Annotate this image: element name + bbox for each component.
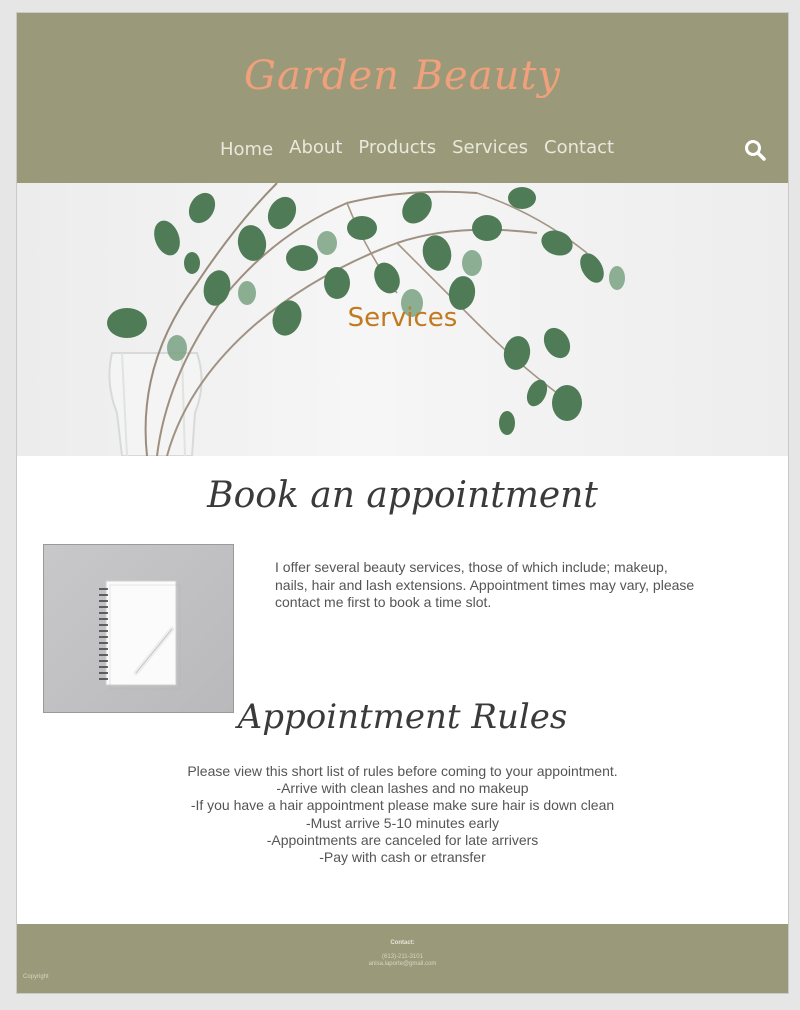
notebook-illustration	[99, 580, 181, 690]
rule-item: -Pay with cash or etransfer	[319, 849, 486, 866]
book-appointment-heading: Book an appointment	[207, 475, 598, 516]
nav-item-contact[interactable]: Contact	[544, 137, 614, 158]
search-icon[interactable]	[744, 139, 766, 161]
services-intro-text: I offer several beauty services, those o…	[275, 559, 695, 610]
footer-contact-label: Contact:	[390, 940, 415, 946]
footer-copyright: Copyright	[23, 974, 49, 980]
page-frame: Garden Beauty Home About Products Servic…	[16, 12, 789, 994]
site-logo[interactable]: Garden Beauty	[17, 53, 788, 99]
nav-item-products[interactable]: Products	[358, 137, 436, 158]
nav-item-home[interactable]: Home	[220, 139, 273, 160]
hero-title: Services	[347, 303, 458, 333]
site-header: Garden Beauty Home About Products Servic…	[17, 13, 788, 183]
rule-item: -Appointments are canceled for late arri…	[266, 831, 539, 848]
appointment-rules-heading: Appointment Rules	[237, 697, 568, 737]
notebook-image	[43, 544, 234, 713]
rules-intro: Please view this short list of rules bef…	[187, 763, 618, 779]
site-footer: Contact: (613)-211-3101 anisa.laporte@gm…	[17, 924, 788, 993]
nav-item-services[interactable]: Services	[452, 137, 528, 158]
main-nav: Home About Products Services Contact	[220, 137, 614, 160]
nav-item-about[interactable]: About	[289, 137, 342, 158]
rule-item: -Must arrive 5-10 minutes early	[306, 814, 499, 831]
rule-item: -If you have a hair appointment please m…	[190, 797, 615, 814]
rules-list: Please view this short list of rules bef…	[17, 763, 788, 866]
rule-item: -Arrive with clean lashes and no makeup	[276, 780, 529, 797]
footer-phone[interactable]: (613)-211-3101	[17, 954, 788, 960]
footer-email[interactable]: anisa.laporte@gmail.com	[17, 961, 788, 967]
hero-banner: Services	[17, 183, 788, 456]
